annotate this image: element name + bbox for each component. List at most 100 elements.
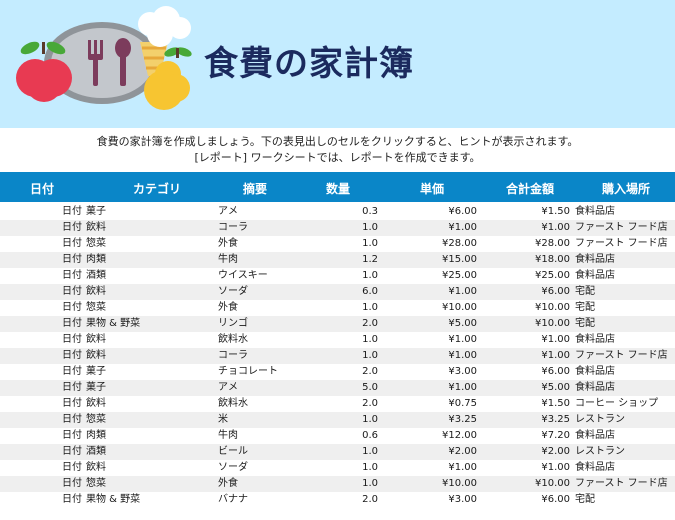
cell-category[interactable]: 飲料 <box>86 348 106 364</box>
cell-description[interactable]: 飲料水 <box>218 396 248 412</box>
cell-place[interactable]: ファースト フード店 <box>575 220 668 236</box>
cell-description[interactable]: 米 <box>218 412 228 428</box>
cell-quantity[interactable]: 0.6 <box>330 428 378 444</box>
cell-place[interactable]: ファースト フード店 <box>575 476 668 492</box>
cell-total[interactable]: ¥10.00 <box>500 300 570 316</box>
cell-unit-price[interactable]: ¥2.00 <box>400 444 477 460</box>
cell-total[interactable]: ¥6.00 <box>500 284 570 300</box>
cell-unit-price[interactable]: ¥1.00 <box>400 460 477 476</box>
cell-unit-price[interactable]: ¥1.00 <box>400 332 477 348</box>
cell-unit-price[interactable]: ¥3.00 <box>400 492 477 508</box>
cell-description[interactable]: 牛肉 <box>218 428 238 444</box>
cell-category[interactable]: 飲料 <box>86 220 106 236</box>
cell-category[interactable]: 惣菜 <box>86 412 106 428</box>
cell-category[interactable]: 酒類 <box>86 444 106 460</box>
table-row[interactable]: 日付 酒類 ビール 1.0 ¥2.00 ¥2.00 レストラン <box>0 444 675 460</box>
cell-unit-price[interactable]: ¥1.00 <box>400 380 477 396</box>
cell-description[interactable]: 外食 <box>218 300 238 316</box>
cell-place[interactable]: ファースト フード店 <box>575 236 668 252</box>
cell-description[interactable]: アメ <box>218 380 238 396</box>
cell-description[interactable]: バナナ <box>218 492 248 508</box>
cell-description[interactable]: 牛肉 <box>218 252 238 268</box>
cell-total[interactable]: ¥3.25 <box>500 412 570 428</box>
cell-date[interactable]: 日付 <box>62 396 82 412</box>
cell-quantity[interactable]: 1.0 <box>330 460 378 476</box>
table-row[interactable]: 日付 飲料 コーラ 1.0 ¥1.00 ¥1.00 ファースト フード店 <box>0 348 675 364</box>
cell-category[interactable]: 飲料 <box>86 284 106 300</box>
cell-quantity[interactable]: 1.0 <box>330 444 378 460</box>
cell-place[interactable]: 食料品店 <box>575 380 615 396</box>
cell-description[interactable]: 外食 <box>218 236 238 252</box>
cell-category[interactable]: 菓子 <box>86 380 106 396</box>
table-row[interactable]: 日付 酒類 ウイスキー 1.0 ¥25.00 ¥25.00 食料品店 <box>0 268 675 284</box>
cell-date[interactable]: 日付 <box>62 252 82 268</box>
cell-category[interactable]: 酒類 <box>86 268 106 284</box>
cell-quantity[interactable]: 2.0 <box>330 396 378 412</box>
cell-place[interactable]: 食料品店 <box>575 268 615 284</box>
cell-date[interactable]: 日付 <box>62 316 82 332</box>
table-row[interactable]: 日付 菓子 チョコレート 2.0 ¥3.00 ¥6.00 食料品店 <box>0 364 675 380</box>
cell-unit-price[interactable]: ¥28.00 <box>400 236 477 252</box>
cell-category[interactable]: 飲料 <box>86 396 106 412</box>
cell-quantity[interactable]: 5.0 <box>330 380 378 396</box>
cell-quantity[interactable]: 2.0 <box>330 492 378 508</box>
cell-total[interactable]: ¥1.00 <box>500 460 570 476</box>
cell-date[interactable]: 日付 <box>62 284 82 300</box>
cell-date[interactable]: 日付 <box>62 220 82 236</box>
cell-quantity[interactable]: 1.0 <box>330 300 378 316</box>
cell-description[interactable]: チョコレート <box>218 364 278 380</box>
header-date[interactable]: 日付 <box>30 180 54 197</box>
cell-place[interactable]: 宅配 <box>575 316 595 332</box>
cell-unit-price[interactable]: ¥25.00 <box>400 268 477 284</box>
cell-total[interactable]: ¥10.00 <box>500 476 570 492</box>
cell-total[interactable]: ¥18.00 <box>500 252 570 268</box>
cell-description[interactable]: コーラ <box>218 220 248 236</box>
cell-total[interactable]: ¥28.00 <box>500 236 570 252</box>
cell-date[interactable]: 日付 <box>62 380 82 396</box>
table-row[interactable]: 日付 惣菜 外食 1.0 ¥10.00 ¥10.00 宅配 <box>0 300 675 316</box>
cell-category[interactable]: 果物 & 野菜 <box>86 492 140 508</box>
cell-place[interactable]: 食料品店 <box>575 252 615 268</box>
cell-category[interactable]: 飲料 <box>86 460 106 476</box>
cell-category[interactable]: 果物 & 野菜 <box>86 316 140 332</box>
cell-total[interactable]: ¥5.00 <box>500 380 570 396</box>
cell-date[interactable]: 日付 <box>62 444 82 460</box>
cell-date[interactable]: 日付 <box>62 236 82 252</box>
cell-category[interactable]: 惣菜 <box>86 300 106 316</box>
cell-category[interactable]: 飲料 <box>86 332 106 348</box>
cell-date[interactable]: 日付 <box>62 204 82 220</box>
cell-description[interactable]: ウイスキー <box>218 268 268 284</box>
cell-quantity[interactable]: 1.0 <box>330 332 378 348</box>
cell-date[interactable]: 日付 <box>62 476 82 492</box>
cell-total[interactable]: ¥1.00 <box>500 348 570 364</box>
cell-date[interactable]: 日付 <box>62 300 82 316</box>
table-row[interactable]: 日付 飲料 ソーダ 6.0 ¥1.00 ¥6.00 宅配 <box>0 284 675 300</box>
cell-description[interactable]: 外食 <box>218 476 238 492</box>
cell-date[interactable]: 日付 <box>62 348 82 364</box>
cell-place[interactable]: 宅配 <box>575 284 595 300</box>
cell-unit-price[interactable]: ¥10.00 <box>400 300 477 316</box>
cell-unit-price[interactable]: ¥5.00 <box>400 316 477 332</box>
cell-description[interactable]: リンゴ <box>218 316 248 332</box>
cell-unit-price[interactable]: ¥1.00 <box>400 348 477 364</box>
cell-quantity[interactable]: 1.0 <box>330 236 378 252</box>
cell-total[interactable]: ¥6.00 <box>500 364 570 380</box>
cell-date[interactable]: 日付 <box>62 412 82 428</box>
header-quantity[interactable]: 数量 <box>326 180 350 197</box>
cell-unit-price[interactable]: ¥0.75 <box>400 396 477 412</box>
cell-unit-price[interactable]: ¥10.00 <box>400 476 477 492</box>
cell-description[interactable]: コーラ <box>218 348 248 364</box>
cell-quantity[interactable]: 6.0 <box>330 284 378 300</box>
table-row[interactable]: 日付 惣菜 外食 1.0 ¥10.00 ¥10.00 ファースト フード店 <box>0 476 675 492</box>
table-row[interactable]: 日付 飲料 飲料水 2.0 ¥0.75 ¥1.50 コーヒー ショップ <box>0 396 675 412</box>
cell-quantity[interactable]: 1.2 <box>330 252 378 268</box>
cell-description[interactable]: アメ <box>218 204 238 220</box>
cell-category[interactable]: 菓子 <box>86 204 106 220</box>
header-description[interactable]: 摘要 <box>243 180 267 197</box>
table-row[interactable]: 日付 果物 & 野菜 リンゴ 2.0 ¥5.00 ¥10.00 宅配 <box>0 316 675 332</box>
cell-total[interactable]: ¥10.00 <box>500 316 570 332</box>
table-row[interactable]: 日付 飲料 ソーダ 1.0 ¥1.00 ¥1.00 食料品店 <box>0 460 675 476</box>
cell-total[interactable]: ¥2.00 <box>500 444 570 460</box>
cell-total[interactable]: ¥1.50 <box>500 204 570 220</box>
header-place[interactable]: 購入場所 <box>602 180 650 197</box>
